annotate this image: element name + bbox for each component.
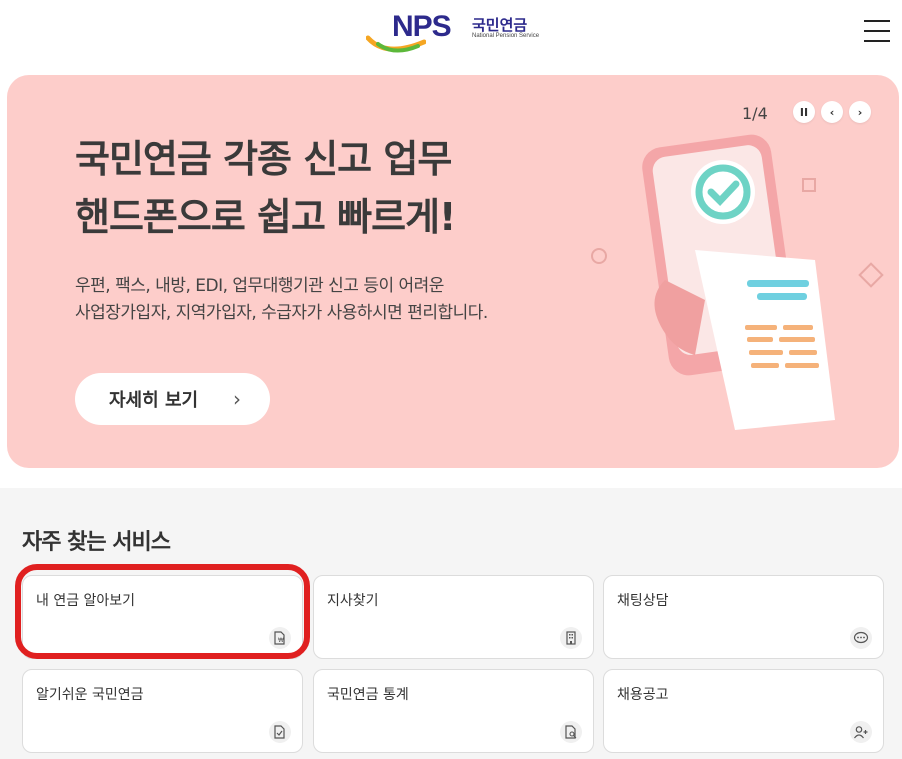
logo-english: National Pension Service [472,33,540,39]
banner-title-line2: 핸드폰으로 쉽고 빠르게! [75,195,456,239]
service-card-recruitment[interactable]: 채용공고 [603,669,884,753]
building-icon [560,627,582,649]
service-card-label: 채팅상담 [617,593,669,609]
page: NPS 국민연금 National Pension Service 1/4 II… [0,0,902,759]
service-card-chat[interactable]: 채팅상담 [603,575,884,659]
hamburger-menu-icon[interactable] [864,20,890,46]
nps-logo[interactable]: NPS 국민연금 National Pension Service [366,8,546,58]
detail-button-label: 자세히 보기 [109,390,199,411]
document-check-icon [269,721,291,743]
banner-desc-line2: 사업장가입자, 지역가입자, 수급자가 사용하시면 편리합니다. [75,303,488,323]
service-card-label: 지사찾기 [327,593,379,609]
slide-counter: 1/4 [742,104,768,123]
document-search-icon [560,721,582,743]
detail-button[interactable]: 자세히 보기 › [75,373,270,425]
banner-title: 국민연금 각종 신고 업무 핸드폰으로 쉽고 빠르게! [75,130,456,246]
banner-desc-line1: 우편, 팩스, 내방, EDI, 업무대행기관 신고 등이 어려운 [75,276,444,296]
chevron-right-icon: › [233,387,241,411]
service-card-label: 알기쉬운 국민연금 [36,687,144,703]
service-card-branch-finder[interactable]: 지사찾기 [313,575,594,659]
chat-icon [850,627,872,649]
logo-korean: 국민연금 [472,16,528,34]
svg-text:₩: ₩ [278,637,284,644]
logo-text: NPS [392,10,452,43]
service-card-easy-pension[interactable]: 알기쉬운 국민연금 [22,669,303,753]
service-card-my-pension[interactable]: 내 연금 알아보기 ₩ [22,575,303,659]
chevron-right-icon[interactable]: › [849,101,871,123]
main-banner: 1/4 II ‹ › 국민연금 각종 신고 업무 핸드폰으로 쉽고 빠르게! 우… [7,75,899,468]
pause-icon[interactable]: II [793,101,815,123]
person-add-icon [850,721,872,743]
phone-receipt-illustration [591,134,884,430]
service-card-statistics[interactable]: 국민연금 통계 [313,669,594,753]
service-card-label: 국민연금 통계 [327,687,409,703]
header: NPS 국민연금 National Pension Service [0,0,902,70]
service-card-label: 내 연금 알아보기 [36,593,136,609]
service-card-label: 채용공고 [617,687,669,703]
banner-title-line1: 국민연금 각종 신고 업무 [75,137,452,181]
banner-description: 우편, 팩스, 내방, EDI, 업무대행기관 신고 등이 어려운 사업장가입자… [75,273,488,327]
services-title: 자주 찾는 서비스 [22,530,171,555]
chevron-left-icon[interactable]: ‹ [821,101,843,123]
pension-document-icon: ₩ [269,627,291,649]
